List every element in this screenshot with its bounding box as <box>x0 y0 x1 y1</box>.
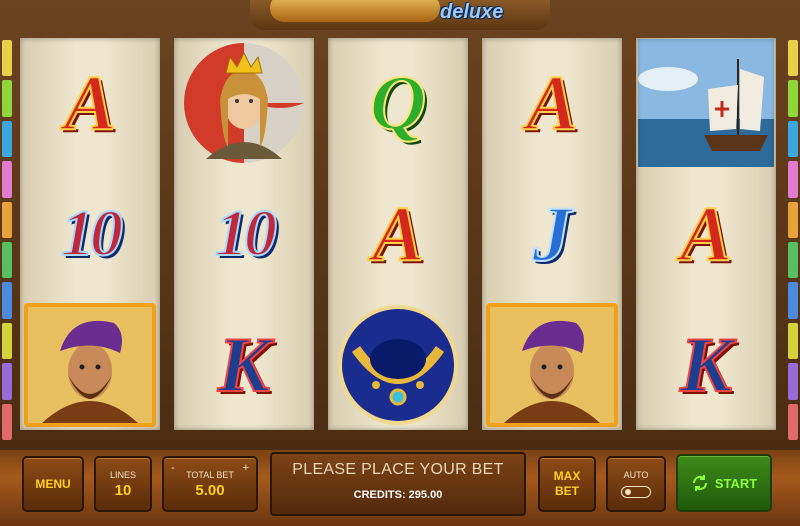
payline-tab[interactable] <box>788 282 798 319</box>
necklace-icon <box>338 305 458 425</box>
payline-tab[interactable] <box>788 40 798 77</box>
payline-tab[interactable] <box>2 322 12 360</box>
explorer-portrait-icon <box>24 303 156 427</box>
reel-symbol: A <box>20 38 160 168</box>
reel-symbol <box>328 300 468 430</box>
reel-1: A 10 <box>20 38 160 430</box>
auto-label: AUTO <box>623 470 649 480</box>
status-message: PLEASE PLACE YOUR BET <box>292 461 504 478</box>
payline-tab[interactable] <box>788 161 798 198</box>
menu-label: MENU <box>35 476 71 491</box>
logo-emblem <box>270 0 440 22</box>
reel-symbol: K <box>174 300 314 430</box>
payline-tab[interactable] <box>788 363 798 400</box>
symbol-letter: A <box>525 59 579 146</box>
explorer-portrait-icon <box>486 303 618 427</box>
payline-tab[interactable] <box>2 282 12 319</box>
reel-symbol: Q <box>328 38 468 168</box>
bet-decrease-button[interactable]: - <box>171 462 175 474</box>
max-bet-label-1: MAX <box>553 469 581 483</box>
paylines-right <box>788 40 798 441</box>
start-label: START <box>714 475 758 491</box>
payline-tab[interactable] <box>2 80 12 117</box>
reel-symbol: J <box>482 169 622 299</box>
symbol-letter: A <box>679 190 733 277</box>
total-bet-control[interactable]: - + TOTAL BET 5.00 <box>162 456 258 512</box>
reel-4: AJ <box>482 38 622 430</box>
symbol-letter: 10 <box>60 197 124 270</box>
reel-symbol <box>482 300 622 430</box>
ship-icon <box>638 39 774 167</box>
spin-arrows-icon <box>692 475 707 491</box>
symbol-letter: 10 <box>214 197 278 270</box>
bet-increase-button[interactable]: + <box>243 462 249 474</box>
start-button[interactable]: START <box>676 454 772 512</box>
max-bet-label-2: BET <box>555 484 579 498</box>
symbol-letter: A <box>371 190 425 277</box>
reel-2: 10 K <box>174 38 314 430</box>
reel-symbol <box>174 38 314 168</box>
payline-tab[interactable] <box>2 40 12 77</box>
queen-portrait-icon <box>184 43 304 163</box>
reel-5: AK <box>636 38 776 430</box>
payline-tab[interactable] <box>788 120 798 158</box>
total-bet-value: 5.00 <box>195 481 225 499</box>
logo-subtitle: deluxe <box>440 1 504 23</box>
reel-3: QA <box>328 38 468 430</box>
paylines-left <box>2 40 12 441</box>
symbol-letter: A <box>63 59 117 146</box>
game-logo: deluxe <box>250 0 550 30</box>
credits-display: CREDITS: 295.00 <box>353 489 443 501</box>
symbol-letter: J <box>532 190 573 277</box>
payline-tab[interactable] <box>788 322 798 360</box>
payline-tab[interactable] <box>2 403 12 441</box>
payline-tab[interactable] <box>2 161 12 198</box>
reel-symbol: 10 <box>174 169 314 299</box>
total-bet-label: TOTAL BET <box>186 469 234 480</box>
max-bet-button[interactable]: MAX BET <box>538 456 596 512</box>
reel-symbol: A <box>328 169 468 299</box>
payline-tab[interactable] <box>2 242 12 279</box>
toggle-switch[interactable] <box>621 486 651 498</box>
lines-value: 10 <box>114 481 132 499</box>
reel-symbol: K <box>636 300 776 430</box>
symbol-letter: K <box>679 321 733 408</box>
payline-tab[interactable] <box>788 201 798 239</box>
payline-tab[interactable] <box>788 242 798 279</box>
reel-symbol: A <box>482 38 622 168</box>
lines-label: LINES <box>109 469 136 480</box>
reel-symbol: A <box>636 169 776 299</box>
payline-tab[interactable] <box>2 201 12 239</box>
payline-tab[interactable] <box>2 120 12 158</box>
autoplay-toggle[interactable]: AUTO <box>606 456 666 512</box>
lines-button[interactable]: LINES 10 <box>94 456 152 512</box>
menu-button[interactable]: MENU <box>22 456 84 512</box>
payline-tab[interactable] <box>788 80 798 117</box>
symbol-letter: Q <box>369 59 427 146</box>
reel-symbol: 10 <box>20 169 160 299</box>
reel-symbol <box>636 38 776 168</box>
payline-tab[interactable] <box>2 363 12 400</box>
symbol-letter: K <box>217 321 271 408</box>
payline-tab[interactable] <box>788 403 798 441</box>
reel-symbol <box>20 300 160 430</box>
message-panel: PLEASE PLACE YOUR BET CREDITS: 295.00 <box>270 452 526 516</box>
